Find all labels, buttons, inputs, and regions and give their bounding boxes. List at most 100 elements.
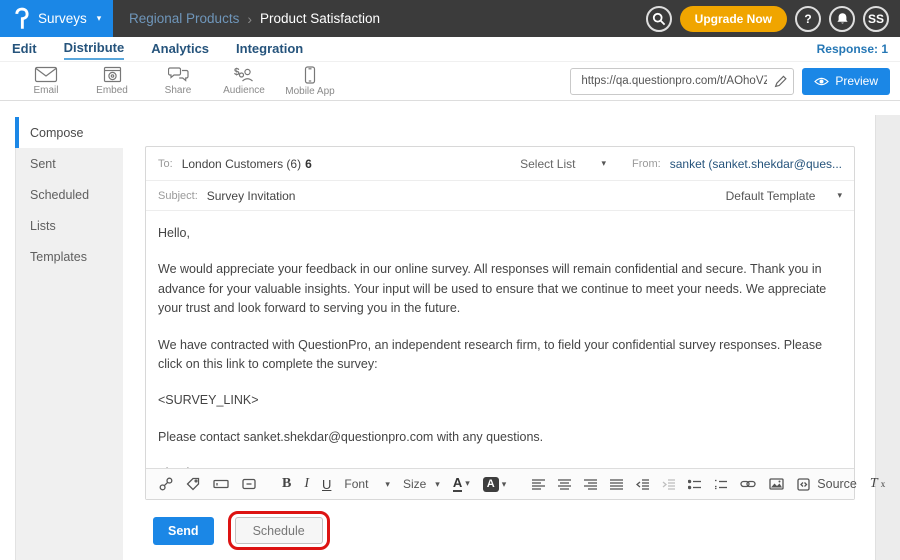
notifications-button[interactable] [829, 6, 855, 32]
from-value[interactable]: sanket (sanket.shekdar@ques... [670, 157, 842, 171]
sidebar-item-sent[interactable]: Sent [16, 148, 123, 179]
share-label: Share [165, 85, 192, 96]
align-left-icon [532, 479, 545, 490]
background-color-icon: A [483, 477, 499, 492]
response-count-link[interactable]: Response: 1 [817, 42, 888, 56]
insert-survey-link-button[interactable] [159, 477, 173, 491]
underline-button[interactable]: U [322, 477, 331, 492]
edit-pencil-icon[interactable] [774, 74, 788, 88]
chevron-down-icon: ▾ [465, 478, 470, 489]
increase-indent-button[interactable] [662, 479, 675, 490]
chevron-down-icon: ▾ [385, 479, 390, 490]
bulleted-list-button[interactable] [688, 479, 701, 490]
distribute-item-mobile-app[interactable]: Mobile App [277, 66, 343, 97]
embed-label: Embed [96, 85, 128, 96]
source-label: Source [817, 477, 857, 491]
source-button[interactable]: Source [797, 477, 857, 491]
chevron-down-icon: ▾ [837, 190, 842, 201]
subject-label: Subject: [158, 190, 198, 202]
distribute-item-audience[interactable]: $ Audience [211, 66, 277, 96]
compose-card: To: London Customers (6) 6 Select List ▾… [145, 146, 855, 500]
breadcrumb-parent[interactable]: Regional Products [129, 11, 239, 26]
to-value[interactable]: London Customers (6) [182, 157, 301, 171]
template-dropdown[interactable]: Default Template ▾ [726, 189, 842, 203]
sidebar-item-compose[interactable]: Compose [15, 117, 123, 148]
chevron-down-icon: ▾ [601, 158, 606, 169]
chevron-down-icon: ▾ [97, 13, 102, 24]
decrease-indent-icon [636, 479, 649, 490]
align-left-button[interactable] [532, 479, 545, 490]
distribute-toolbar: Email Embed Share $ Audience M [0, 62, 900, 101]
decrease-indent-button[interactable] [636, 479, 649, 490]
upgrade-now-button[interactable]: Upgrade Now [680, 6, 787, 32]
sidebar-item-lists[interactable]: Lists [16, 210, 123, 241]
email-label: Email [33, 85, 58, 96]
body-paragraph: Hello, [158, 224, 842, 243]
italic-button[interactable]: I [304, 476, 309, 492]
help-button[interactable]: ? [795, 6, 821, 32]
align-right-button[interactable] [584, 479, 597, 490]
bold-button[interactable]: B [282, 476, 291, 492]
text-field-icon [213, 478, 229, 490]
bulleted-list-icon [688, 479, 701, 490]
align-center-button[interactable] [558, 479, 571, 490]
preview-button[interactable]: Preview [802, 68, 890, 95]
body-paragraph: We would appreciate your feedback in our… [158, 260, 842, 318]
subject-row: Subject: Survey Invitation Default Templ… [146, 181, 854, 211]
sidebar-item-scheduled[interactable]: Scheduled [16, 179, 123, 210]
numbered-list-icon [714, 479, 727, 490]
tab-integration[interactable]: Integration [236, 39, 303, 59]
size-label: Size [403, 477, 426, 491]
text-color-button[interactable]: A ▾ [453, 476, 470, 492]
surveys-product-menu[interactable]: Surveys ▾ [0, 0, 113, 37]
send-button[interactable]: Send [153, 517, 214, 545]
breadcrumb-current: Product Satisfaction [260, 11, 380, 26]
remove-format-button[interactable]: Tx [870, 476, 885, 492]
distribute-item-email[interactable]: Email [13, 66, 79, 96]
text-field-button[interactable] [213, 478, 229, 490]
numbered-list-button[interactable] [714, 479, 727, 490]
email-icon [34, 66, 58, 83]
tab-analytics[interactable]: Analytics [151, 39, 209, 59]
body-paragraph: <SURVEY_LINK> [158, 391, 842, 410]
schedule-button[interactable]: Schedule [235, 517, 323, 544]
from-label: From: [632, 158, 661, 170]
email-sidebar: Compose Sent Scheduled Lists Templates [15, 117, 123, 560]
email-body-editor[interactable]: Hello, We would appreciate your feedback… [146, 211, 854, 468]
merge-tag-button[interactable] [186, 477, 200, 491]
schedule-highlight-annotation: Schedule [228, 511, 330, 550]
distribute-item-embed[interactable]: Embed [79, 66, 145, 96]
audience-label: Audience [223, 85, 265, 96]
align-right-icon [584, 479, 597, 490]
breadcrumb-separator-icon: › [247, 11, 252, 27]
avatar[interactable]: SS [863, 6, 889, 32]
sidebar-item-templates[interactable]: Templates [16, 241, 123, 272]
body-paragraph: Please contact sanket.shekdar@questionpr… [158, 428, 842, 447]
distribute-item-share[interactable]: Share [145, 66, 211, 96]
survey-url-input[interactable] [570, 68, 794, 95]
justify-button[interactable] [610, 479, 623, 490]
bell-icon [836, 12, 849, 25]
mobile-app-label: Mobile App [285, 86, 334, 97]
share-icon [168, 66, 189, 83]
button-field-button[interactable] [242, 478, 256, 490]
size-dropdown[interactable]: Size ▾ [403, 477, 440, 491]
text-color-icon: A [453, 476, 462, 492]
chevron-down-icon: ▾ [435, 479, 440, 490]
font-dropdown[interactable]: Font ▾ [344, 477, 390, 491]
header-actions: Upgrade Now ? SS [646, 6, 889, 32]
tag-icon [186, 477, 200, 491]
body-paragraph: We have contracted with QuestionPro, an … [158, 336, 842, 375]
background-color-button[interactable]: A ▾ [483, 477, 507, 492]
tab-edit[interactable]: Edit [12, 39, 37, 59]
to-row: To: London Customers (6) 6 Select List ▾… [146, 147, 854, 181]
increase-indent-icon [662, 479, 675, 490]
subject-value[interactable]: Survey Invitation [207, 189, 296, 203]
chain-link-icon [740, 479, 756, 489]
insert-image-button[interactable] [769, 478, 784, 490]
tab-distribute[interactable]: Distribute [64, 38, 125, 60]
insert-link-button[interactable] [740, 479, 756, 489]
search-button[interactable] [646, 6, 672, 32]
select-list-dropdown[interactable]: Select List ▾ [520, 157, 606, 171]
chevron-down-icon: ▾ [502, 479, 507, 490]
